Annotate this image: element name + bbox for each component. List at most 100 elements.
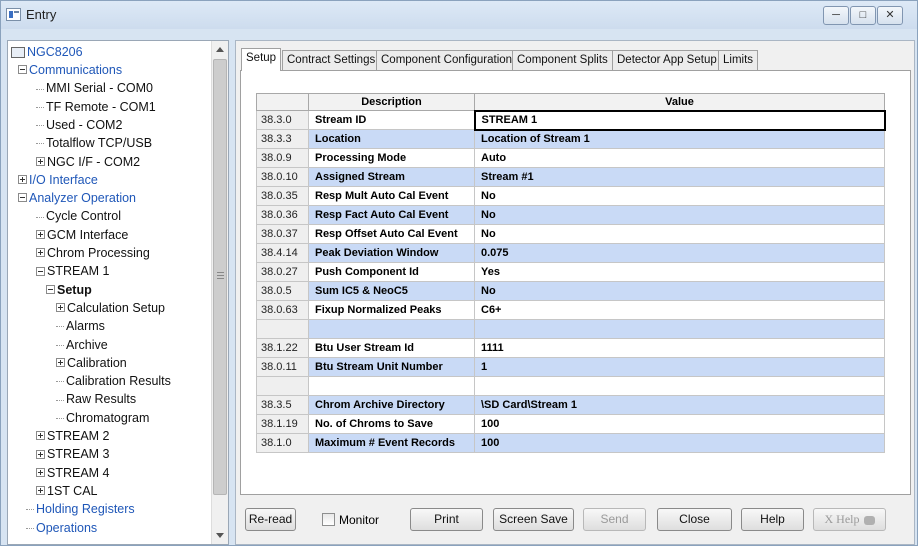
tree-item-label: Used - COM2 (46, 117, 123, 132)
expand-icon[interactable] (56, 358, 65, 367)
grid-value-cell[interactable]: Stream #1 (474, 167, 885, 187)
grid-value-cell[interactable]: 100 (474, 433, 885, 453)
tree-item[interactable]: GCM Interface (36, 226, 128, 244)
maximize-button[interactable]: □ (850, 6, 876, 25)
collapse-icon[interactable] (18, 193, 27, 203)
grid-value-cell[interactable]: No (474, 224, 885, 244)
expand-icon[interactable] (36, 229, 45, 239)
grid-value-cell[interactable]: STREAM 1 (473, 109, 886, 131)
grid-value-cell[interactable]: No (474, 281, 885, 301)
tree-item[interactable]: Chrom Processing (36, 244, 150, 262)
close-window-button[interactable]: ✕ (877, 6, 903, 25)
tree-item[interactable]: TF Remote - COM1 (36, 98, 156, 116)
grid-value-cell[interactable]: 1111 (474, 338, 885, 358)
tab-component-splits[interactable]: Component Splits (512, 50, 613, 70)
tree-item[interactable]: STREAM 2 (36, 427, 110, 445)
tab-detector-app-setup[interactable]: Detector App Setup (612, 50, 722, 70)
reread-button[interactable]: Re-read (245, 508, 296, 531)
tree-item[interactable]: MMI Serial - COM0 (36, 79, 153, 97)
tree-item[interactable]: STREAM 4 (36, 464, 110, 482)
tab-setup[interactable]: Setup (241, 48, 282, 71)
tree-item[interactable]: Raw Results (56, 390, 136, 408)
monitor-checkbox[interactable]: Monitor (322, 512, 379, 528)
xhelp-label: X Help (824, 512, 860, 526)
grid-description-cell (308, 376, 475, 396)
maximize-icon: □ (859, 9, 867, 21)
tree-item[interactable]: Setup (46, 281, 92, 299)
grid-value-cell[interactable]: 0.075 (474, 243, 885, 263)
table-row: 38.0.27 Push Component Id Yes (256, 262, 885, 282)
tree-item[interactable]: STREAM 1 (36, 262, 110, 280)
tree-item[interactable]: Used - COM2 (36, 116, 122, 134)
scroll-thumb[interactable] (213, 59, 227, 495)
table-row (256, 376, 885, 396)
checkbox-box[interactable] (322, 513, 335, 527)
expand-icon[interactable] (36, 467, 45, 477)
expand-icon[interactable] (36, 449, 45, 459)
grid-register-cell: 38.0.35 (256, 186, 309, 206)
grid-description-cell: Btu Stream Unit Number (308, 357, 475, 377)
tree-item[interactable]: Alarms (56, 317, 105, 335)
minimize-button[interactable]: ─ (823, 6, 849, 25)
grid-value-cell[interactable]: Auto (474, 148, 885, 168)
tree-item[interactable]: Calibration Results (56, 372, 171, 390)
tree-scrollbar[interactable] (211, 41, 228, 544)
tree-item[interactable]: Communications (18, 61, 122, 79)
navigation-tree[interactable]: NGC8206 Communications MMI Serial - COM0 T… (7, 40, 229, 545)
tab-limits[interactable]: Limits (718, 50, 759, 70)
table-row: 38.3.0 Stream ID STREAM 1 (256, 109, 886, 131)
grid-description-cell: Fixup Normalized Peaks (308, 300, 475, 320)
tree-root[interactable]: NGC8206 (11, 43, 83, 61)
tree-item[interactable]: Analyzer Operation (18, 189, 136, 207)
grid-value-cell[interactable]: Yes (474, 262, 885, 282)
tree-item[interactable]: Calculation Setup (56, 299, 165, 317)
print-button[interactable]: Print (410, 508, 483, 531)
grid-value-cell[interactable]: No (474, 186, 885, 206)
collapse-icon[interactable] (46, 284, 55, 294)
grid-value-cell[interactable]: C6+ (474, 300, 885, 320)
close-button[interactable]: Close (657, 508, 732, 531)
grid-value-cell[interactable] (474, 376, 885, 396)
tree-item[interactable]: Calibration (56, 354, 127, 372)
collapse-icon[interactable] (36, 266, 45, 276)
grid-value-cell[interactable]: \SD Card\Stream 1 (474, 395, 885, 415)
tree-item[interactable]: NGC I/F - COM2 (36, 153, 140, 171)
help-button[interactable]: Help (741, 508, 804, 531)
scroll-down-icon[interactable] (216, 533, 224, 538)
grid-register-cell: 38.3.5 (256, 395, 309, 415)
send-button[interactable]: Send (583, 508, 646, 531)
table-row: 38.3.3 Location Location of Stream 1 (256, 129, 885, 149)
tree-item[interactable]: Operations (26, 519, 97, 537)
tree-item-label: Archive (66, 337, 108, 352)
grid-value-cell[interactable] (474, 319, 885, 339)
tree-item[interactable]: STREAM 3 (36, 445, 110, 463)
tree-item[interactable]: Totalflow TCP/USB (36, 134, 152, 152)
tab-component-configuration[interactable]: Component Configuration (376, 50, 518, 70)
table-row: 38.0.10 Assigned Stream Stream #1 (256, 167, 885, 187)
scroll-up-icon[interactable] (216, 47, 224, 52)
grid-value-cell[interactable]: 100 (474, 414, 885, 434)
tree-item[interactable]: 1ST CAL (36, 482, 98, 500)
collapse-icon[interactable] (18, 65, 27, 75)
expand-icon[interactable] (36, 248, 45, 258)
grid-value-cell[interactable]: No (474, 205, 885, 225)
screen-save-button[interactable]: Screen Save (493, 508, 574, 531)
grid-register-cell: 38.0.36 (256, 205, 309, 225)
grid-register-cell: 38.0.11 (256, 357, 309, 377)
expand-icon[interactable] (36, 156, 45, 166)
expand-icon[interactable] (18, 175, 27, 184)
tree-item[interactable]: Cycle Control (36, 207, 121, 225)
expand-icon[interactable] (36, 486, 45, 496)
expand-icon[interactable] (36, 431, 45, 441)
tree-item[interactable]: Chromatogram (56, 409, 149, 427)
tab-contract-settings[interactable]: Contract Settings (282, 50, 381, 70)
tree-item-label: Communications (29, 63, 123, 77)
tree-item[interactable]: Archive (56, 336, 108, 354)
xhelp-button[interactable]: X Help (813, 508, 886, 531)
grid-value-cell[interactable]: Location of Stream 1 (474, 129, 885, 149)
expand-icon[interactable] (56, 303, 65, 313)
tree-item[interactable]: I/O Interface (18, 171, 98, 189)
tree-item-label: Calculation Setup (67, 300, 165, 315)
grid-value-cell[interactable]: 1 (474, 357, 885, 377)
tree-item[interactable]: Holding Registers (26, 500, 135, 518)
